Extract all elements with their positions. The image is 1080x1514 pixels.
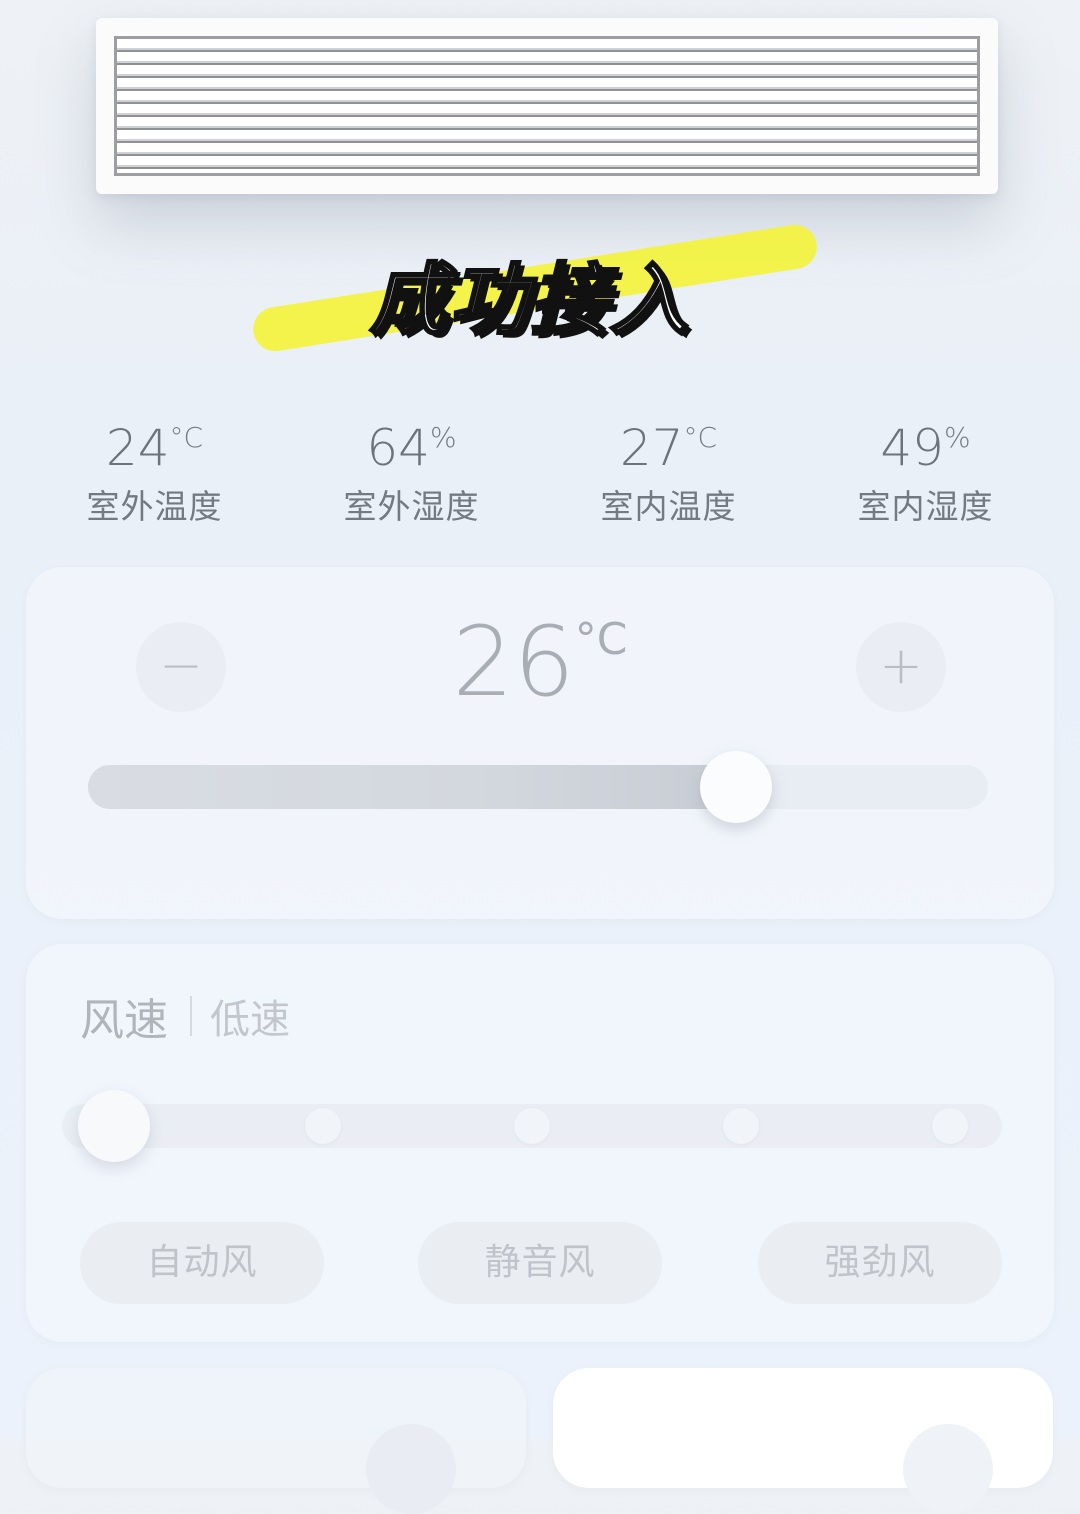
fan-speed-level-dot[interactable] <box>304 1108 341 1144</box>
setpoint-unit: °C <box>574 614 628 665</box>
divider <box>190 996 192 1036</box>
stat-value: 24 <box>105 419 170 477</box>
mode-auto-wind-button[interactable]: 自动风 <box>80 1222 324 1304</box>
bottom-card-right[interactable] <box>553 1368 1053 1514</box>
environment-stats: 24°C 室外温度 64% 室外湿度 27°C 室内温度 49% 室内湿度 <box>26 418 1054 528</box>
headline-text: 成功接入 <box>368 255 691 348</box>
fan-speed-level-dot[interactable] <box>514 1108 550 1144</box>
stat-unit: °C <box>683 421 718 454</box>
temperature-card: − 26°C + <box>26 567 1054 919</box>
stat-label: 室内湿度 <box>857 487 994 526</box>
fan-speed-card: 风速 低速 自动风 静音风 强劲风 <box>26 944 1054 1342</box>
ac-vent-grille <box>114 36 980 176</box>
stat-label: 室内温度 <box>600 487 737 526</box>
stat-indoor-temperature: 27°C 室内温度 <box>540 418 797 528</box>
stat-unit: % <box>430 421 457 454</box>
stat-value: 27 <box>619 419 684 477</box>
mode-quiet-wind-button[interactable]: 静音风 <box>418 1222 662 1304</box>
stat-label: 室外温度 <box>86 487 223 526</box>
fan-speed-slider-thumb[interactable] <box>77 1090 150 1162</box>
setpoint-value: 26 <box>452 606 575 718</box>
fan-speed-header: 风速 低速 <box>80 984 290 1048</box>
stat-value: 49 <box>880 419 944 477</box>
stat-indoor-humidity: 49% 室内湿度 <box>797 418 1054 528</box>
stat-outdoor-humidity: 64% 室外湿度 <box>283 418 540 528</box>
mode-strong-wind-button[interactable]: 强劲风 <box>758 1222 1002 1304</box>
card-icon-circle <box>366 1424 456 1514</box>
headline-area: 成功接入 <box>240 210 840 360</box>
increase-temperature-button[interactable]: + <box>856 622 946 712</box>
card-icon-circle <box>903 1424 993 1514</box>
stat-outdoor-temperature: 24°C 室外温度 <box>26 418 283 528</box>
temperature-slider-fill <box>88 765 736 809</box>
stat-unit: °C <box>169 421 204 454</box>
stat-unit: % <box>944 421 971 454</box>
temperature-slider[interactable] <box>88 751 988 823</box>
ac-unit-illustration <box>96 18 998 194</box>
temperature-slider-thumb[interactable] <box>700 751 772 823</box>
fan-speed-title: 风速 <box>80 995 168 1046</box>
fan-speed-level-dot[interactable] <box>932 1108 969 1144</box>
bottom-card-left[interactable] <box>26 1368 526 1514</box>
stat-value: 64 <box>366 419 430 477</box>
stat-label: 室外湿度 <box>343 487 480 526</box>
fan-speed-level-dot[interactable] <box>723 1108 760 1144</box>
fan-speed-value: 低速 <box>210 997 290 1043</box>
fan-speed-slider[interactable] <box>62 1090 1002 1162</box>
